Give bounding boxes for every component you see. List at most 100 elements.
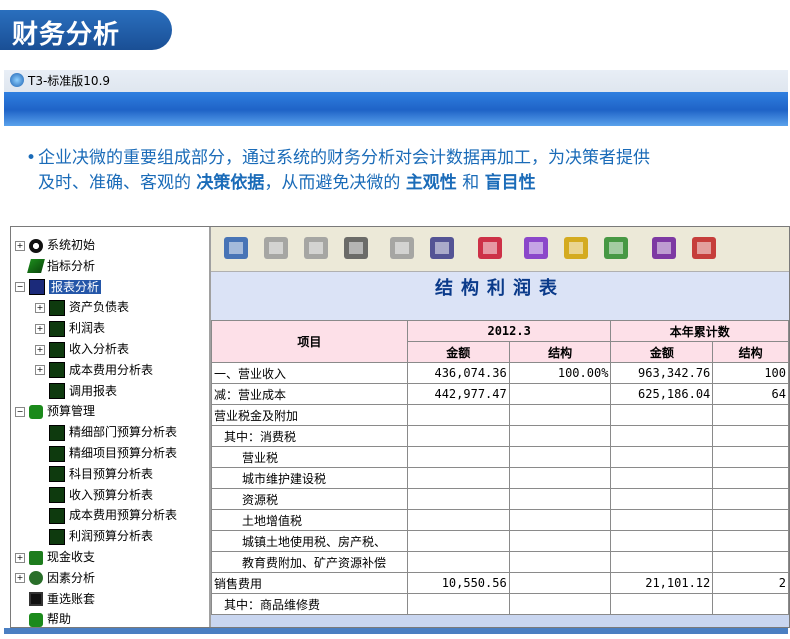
monitor-icon[interactable] bbox=[219, 231, 253, 265]
line-chart-icon[interactable] bbox=[559, 231, 593, 265]
table-cell-a2 bbox=[610, 509, 714, 531]
table-cell-a2 bbox=[610, 425, 714, 447]
tree-item-label: 系统初始 bbox=[47, 238, 96, 252]
tree-item[interactable]: + 成本费用分析表 bbox=[35, 360, 153, 380]
help-book-icon[interactable] bbox=[647, 231, 681, 265]
tree-item-label: 利润预算分析表 bbox=[69, 529, 154, 544]
exit-door-icon[interactable] bbox=[687, 231, 721, 265]
table-cell-s1 bbox=[508, 593, 612, 615]
table-cell-a2 bbox=[610, 404, 714, 426]
table-cell-s2 bbox=[712, 488, 789, 510]
tree-item[interactable]: + 资产负债表 bbox=[35, 297, 129, 317]
expander-icon[interactable]: + bbox=[35, 365, 45, 376]
tree-item[interactable]: + 因素分析 bbox=[15, 568, 95, 588]
tree-item[interactable]: 成本费用预算分析表 bbox=[35, 505, 177, 525]
table-row[interactable]: 一、营业收入 436,074.36 100.00% 963,342.76 100 bbox=[211, 362, 789, 384]
table-cell-s2: 2 bbox=[712, 572, 789, 594]
table-row[interactable]: 营业税金及附加 bbox=[211, 404, 789, 426]
table-cell-s2 bbox=[712, 551, 789, 573]
table-row[interactable]: 教育费附加、矿产资源补偿 bbox=[211, 551, 789, 573]
bar-chart-icon[interactable] bbox=[519, 231, 553, 265]
expander-icon[interactable]: − bbox=[15, 282, 25, 293]
document-icon bbox=[49, 487, 65, 504]
table-cell-s2: 100 bbox=[712, 362, 789, 384]
tree-item[interactable]: + 系统初始 bbox=[15, 235, 95, 255]
tree-item[interactable]: 精细项目预算分析表 bbox=[35, 443, 177, 463]
table-row[interactable]: 销售费用 10,550.56 21,101.12 2 bbox=[211, 572, 789, 594]
tree-item[interactable]: 利润预算分析表 bbox=[35, 526, 153, 546]
table-cell-s2 bbox=[712, 593, 789, 615]
pie-chart-icon[interactable] bbox=[599, 231, 633, 265]
tree-item[interactable]: 科目预算分析表 bbox=[35, 464, 153, 484]
tree-item-label: 收入预算分析表 bbox=[69, 487, 154, 502]
window-bottom-edge bbox=[4, 628, 788, 634]
table-cell-s1 bbox=[508, 446, 612, 468]
table-row[interactable]: 其中：消费税 bbox=[211, 425, 789, 447]
expander-icon[interactable]: − bbox=[15, 406, 25, 417]
table-cell-item: 销售费用 bbox=[211, 572, 408, 594]
table-row[interactable]: 营业税 bbox=[211, 446, 789, 468]
expander-icon[interactable]: + bbox=[35, 302, 45, 313]
table-cell-a2 bbox=[610, 593, 714, 615]
export-icon[interactable] bbox=[385, 231, 419, 265]
description-line-1: 企业决微的重要组成部分，通过系统的财务分析对会计数据再加工，为决策者提供 bbox=[38, 148, 650, 168]
print-settings-icon[interactable] bbox=[299, 231, 333, 265]
heart-chart-icon[interactable] bbox=[473, 231, 507, 265]
expander-icon[interactable]: + bbox=[15, 240, 25, 251]
expander-icon[interactable]: + bbox=[15, 573, 25, 584]
table-cell-s1 bbox=[508, 404, 612, 426]
header-period-1: 2012.3 bbox=[406, 320, 612, 342]
window-title: T3-标准版10.9 bbox=[28, 74, 111, 88]
table-row[interactable]: 城市维护建设税 bbox=[211, 467, 789, 489]
tree-item[interactable]: 重选账套 bbox=[15, 589, 95, 609]
tree-item[interactable]: 指标分析 bbox=[15, 256, 95, 276]
table-cell-item: 教育费附加、矿产资源补偿 bbox=[211, 551, 408, 573]
tree-item[interactable]: 精细部门预算分析表 bbox=[35, 422, 177, 442]
tree-item-label: 帮助 bbox=[47, 612, 72, 627]
table-row[interactable]: 城镇土地使用税、房产税、 bbox=[211, 530, 789, 552]
report-area: 结构利润表 项目 2012.3 本年累计数 金额 结构 金额 结构 一、营业收入… bbox=[211, 272, 789, 627]
expander-icon[interactable]: + bbox=[15, 552, 25, 563]
table-cell-item: 其中：商品维修费 bbox=[211, 593, 408, 615]
tree-item[interactable]: 收入预算分析表 bbox=[35, 485, 153, 505]
tree-item-label: 收入分析表 bbox=[69, 342, 130, 356]
hand-icon[interactable] bbox=[425, 231, 459, 265]
table-cell-a1 bbox=[406, 425, 510, 447]
table-cell-a2 bbox=[610, 446, 714, 468]
table-cell-s1 bbox=[508, 488, 612, 510]
document-icon bbox=[49, 466, 65, 483]
tree-item[interactable]: − 报表分析 bbox=[15, 277, 102, 297]
tree-item[interactable]: + 收入分析表 bbox=[35, 339, 129, 359]
table-cell-item: 资源税 bbox=[211, 488, 408, 510]
banner-title: 财务分析 bbox=[12, 20, 121, 50]
tree-item[interactable]: − 预算管理 bbox=[15, 401, 95, 421]
table-cell-a2 bbox=[610, 551, 714, 573]
expander-icon[interactable]: + bbox=[35, 344, 45, 355]
table-cell-item: 其中：消费税 bbox=[211, 425, 408, 447]
tree-item-label: 精细部门预算分析表 bbox=[69, 425, 178, 440]
table-cell-s1 bbox=[508, 572, 612, 594]
page-setup-icon[interactable] bbox=[339, 231, 373, 265]
table-cell-a2: 963,342.76 bbox=[610, 362, 714, 384]
header-period-2: 本年累计数 bbox=[610, 320, 789, 342]
table-row[interactable]: 减：营业成本 442,977.47 625,186.04 64 bbox=[211, 383, 789, 405]
tree-item-label: 因素分析 bbox=[47, 570, 96, 585]
printer-icon[interactable] bbox=[259, 231, 293, 265]
table-cell-a1 bbox=[406, 509, 510, 531]
expander-icon[interactable]: + bbox=[35, 323, 45, 334]
tree-item[interactable]: + 利润表 bbox=[35, 318, 105, 338]
header-amount-1: 金额 bbox=[406, 341, 510, 363]
report-table: 项目 2012.3 本年累计数 金额 结构 金额 结构 一、营业收入 436,07… bbox=[211, 320, 789, 615]
table-cell-a2 bbox=[610, 488, 714, 510]
document-icon bbox=[49, 299, 65, 316]
table-cell-item: 营业税金及附加 bbox=[211, 404, 408, 426]
table-row[interactable]: 其中：商品维修费 bbox=[211, 593, 789, 615]
tree-item[interactable]: + 现金收支 bbox=[15, 547, 95, 567]
tree-item[interactable]: 帮助 bbox=[15, 609, 72, 627]
tree-item-label: 指标分析 bbox=[47, 258, 96, 273]
tree-item[interactable]: 调用报表 bbox=[35, 381, 117, 401]
table-row[interactable]: 资源税 bbox=[211, 488, 789, 510]
table-row[interactable]: 土地增值税 bbox=[211, 509, 789, 531]
table-cell-a1 bbox=[406, 593, 510, 615]
budget-icon bbox=[29, 404, 43, 419]
